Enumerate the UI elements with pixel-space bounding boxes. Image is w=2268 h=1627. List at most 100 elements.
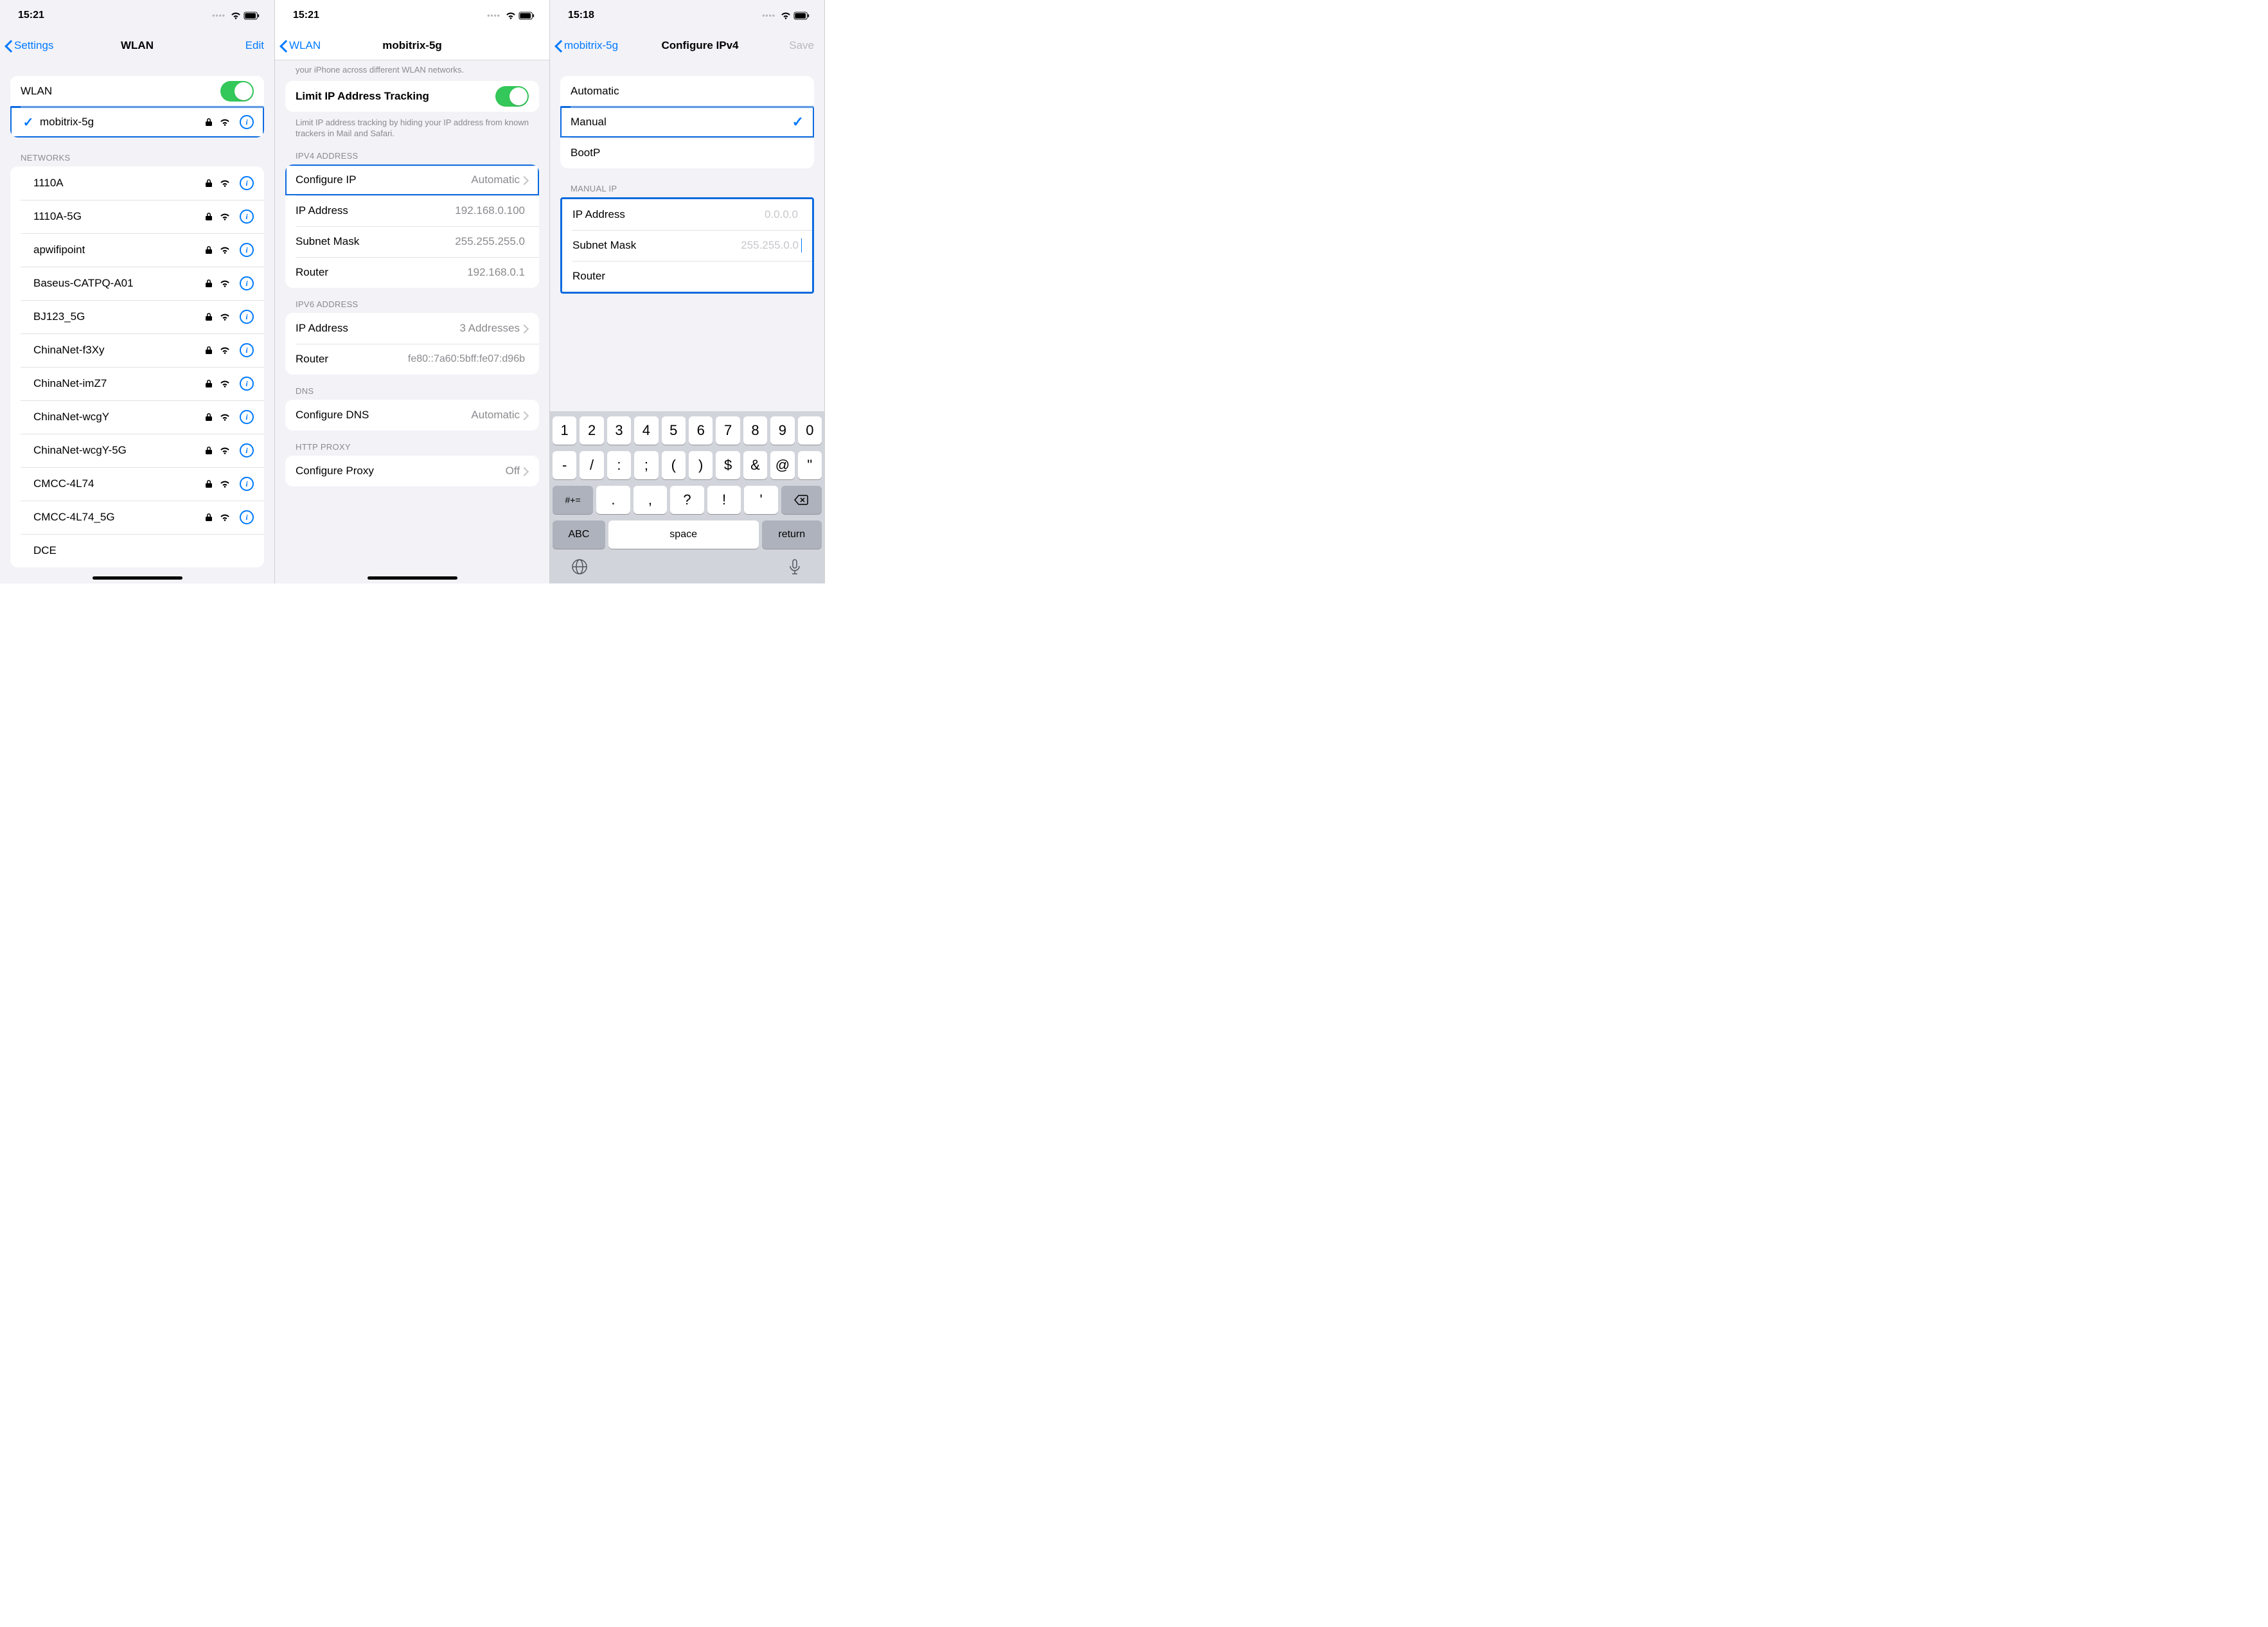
manual-ip-row[interactable]: IP Address 0.0.0.0 [562,199,812,230]
key-quote[interactable]: " [798,451,822,479]
subnet-mask-field[interactable]: 255.255.0.0 [741,239,799,252]
key-6[interactable]: 6 [689,416,713,445]
key-apostrophe[interactable]: ' [744,486,778,514]
key-symbols-shift[interactable]: #+= [553,486,593,514]
key-7[interactable]: 7 [716,416,740,445]
limit-tracking-row[interactable]: Limit IP Address Tracking [285,81,539,112]
connected-network-row[interactable]: ✓ mobitrix-5g i [10,107,264,138]
nav-save-button[interactable]: Save [789,31,814,60]
home-indicator[interactable] [93,576,182,580]
configure-proxy-row[interactable]: Configure Proxy Off [285,456,539,486]
key-space[interactable]: space [608,520,759,549]
key-at[interactable]: @ [770,451,794,479]
key-amp[interactable]: & [743,451,767,479]
limit-tracking-toggle[interactable] [495,86,529,107]
nav-bar: mobitrix-5g Configure IPv4 Save [550,31,824,60]
manual-router-row[interactable]: Router [562,261,812,292]
key-2[interactable]: 2 [580,416,603,445]
key-0[interactable]: 0 [798,416,822,445]
nav-back-button[interactable]: Settings [4,31,53,60]
configure-dns-row[interactable]: Configure DNS Automatic [285,400,539,431]
network-row[interactable]: apwifipointi [10,233,264,267]
globe-icon[interactable] [571,558,589,576]
network-row[interactable]: ChinaNet-imZ7i [10,367,264,400]
key-slash[interactable]: / [580,451,603,479]
key-5[interactable]: 5 [662,416,686,445]
key-period[interactable]: . [596,486,630,514]
network-row[interactable]: ChinaNet-wcgY-5Gi [10,434,264,467]
option-bootp[interactable]: BootP [560,138,814,168]
mic-icon[interactable] [786,558,804,576]
key-comma[interactable]: , [633,486,668,514]
status-bar: 15:21 •••• [275,0,549,31]
key-dollar[interactable]: $ [716,451,740,479]
key-abc[interactable]: ABC [553,520,605,549]
nav-back-label: Settings [14,39,53,52]
wifi-icon [219,513,231,522]
keyboard[interactable]: 1 2 3 4 5 6 7 8 9 0 - / : ; ( ) $ & @ [550,411,824,583]
configure-ip-row[interactable]: Configure IP Automatic [285,164,539,195]
chevron-left-icon [279,39,287,52]
key-return[interactable]: return [762,520,822,549]
network-row[interactable]: CMCC-4L74i [10,467,264,501]
wifi-icon [219,446,231,455]
nav-right-label: Save [789,39,814,52]
nav-bar: Settings WLAN Edit [0,31,274,60]
key-exclaim[interactable]: ! [707,486,741,514]
wlan-toggle[interactable] [220,81,254,102]
manual-subnet-row[interactable]: Subnet Mask 255.255.0.0 [562,230,812,261]
nav-back-button[interactable]: mobitrix-5g [554,31,618,60]
key-9[interactable]: 9 [770,416,794,445]
info-icon[interactable]: i [240,343,254,357]
info-icon[interactable]: i [240,510,254,524]
lock-icon [205,118,213,127]
info-icon[interactable]: i [240,310,254,324]
battery-icon [244,12,260,20]
network-row[interactable]: 1110Ai [10,166,264,200]
info-icon[interactable]: i [240,477,254,491]
checkmark-icon: ✓ [792,114,804,130]
network-row[interactable]: BJ123_5Gi [10,300,264,333]
info-icon[interactable]: i [240,276,254,290]
key-1[interactable]: 1 [553,416,576,445]
wifi-icon [219,379,231,388]
key-lparen[interactable]: ( [662,451,686,479]
key-3[interactable]: 3 [607,416,631,445]
info-icon[interactable]: i [240,410,254,424]
key-rparen[interactable]: ) [689,451,713,479]
option-manual[interactable]: Manual ✓ [560,107,814,138]
delete-icon [793,494,809,506]
key-dash[interactable]: - [553,451,576,479]
info-icon[interactable]: i [240,243,254,257]
home-indicator[interactable] [368,576,457,580]
info-icon[interactable]: i [240,443,254,458]
key-4[interactable]: 4 [634,416,658,445]
nav-edit-button[interactable]: Edit [245,31,264,60]
key-question[interactable]: ? [670,486,704,514]
key-colon[interactable]: : [607,451,631,479]
dns-header: DNS [296,386,539,396]
lock-icon [205,379,213,388]
network-row[interactable]: CMCC-4L74_5Gi [10,501,264,534]
chevron-left-icon [4,39,12,52]
wifi-icon [219,413,231,422]
subnet-mask-row: Subnet Mask 255.255.255.0 [285,226,539,257]
key-semicolon[interactable]: ; [634,451,658,479]
network-row-partial[interactable]: DCE [10,534,264,567]
info-icon[interactable]: i [240,115,254,129]
wlan-toggle-row[interactable]: WLAN [10,76,264,107]
network-row[interactable]: ChinaNet-wcgYi [10,400,264,434]
nav-back-button[interactable]: WLAN [279,31,321,60]
info-icon[interactable]: i [240,176,254,190]
text-cursor [801,238,802,253]
ip-address-field[interactable]: 0.0.0.0 [765,208,798,221]
option-automatic[interactable]: Automatic [560,76,814,107]
ipv6-ip-row[interactable]: IP Address 3 Addresses [285,313,539,344]
network-row[interactable]: 1110A-5Gi [10,200,264,233]
info-icon[interactable]: i [240,377,254,391]
network-row[interactable]: Baseus-CATPQ-A01i [10,267,264,300]
key-delete[interactable] [781,486,822,514]
info-icon[interactable]: i [240,209,254,224]
network-row[interactable]: ChinaNet-f3Xyi [10,333,264,367]
key-8[interactable]: 8 [743,416,767,445]
